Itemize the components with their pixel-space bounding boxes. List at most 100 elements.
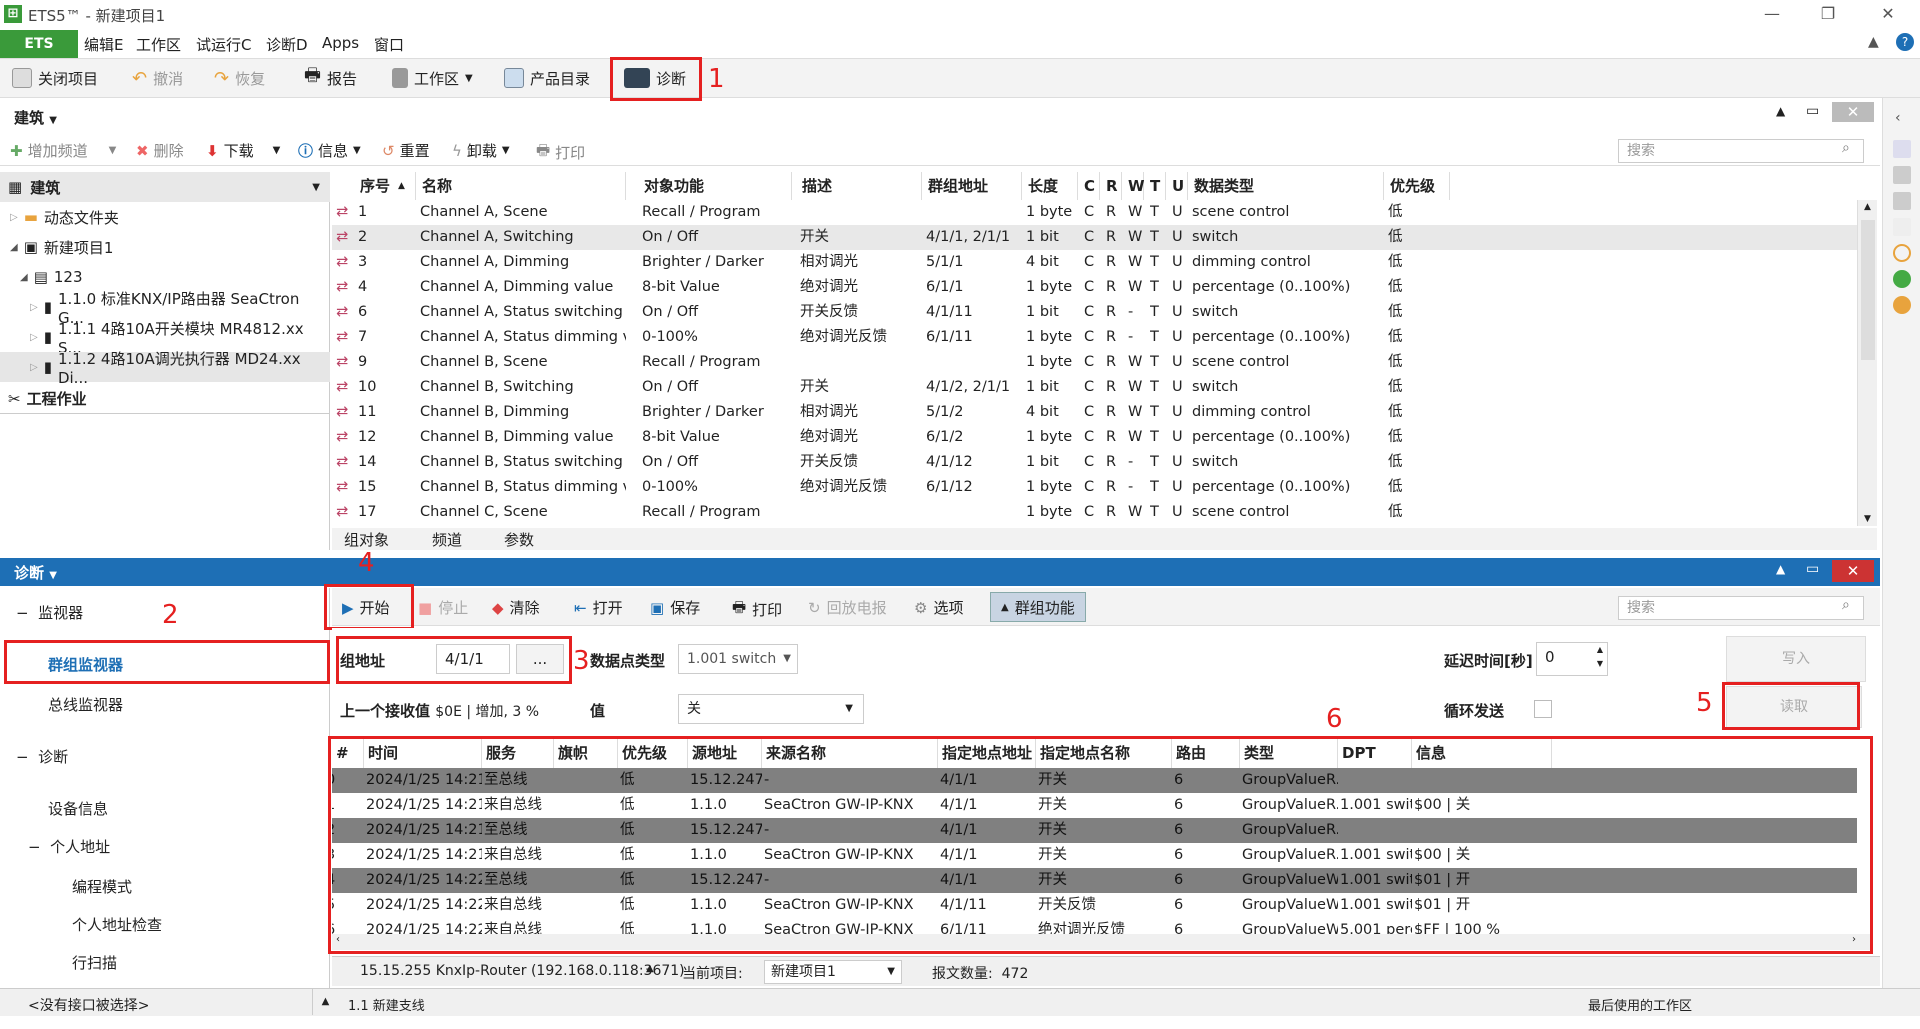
collapse-icon[interactable]: ◢ xyxy=(20,272,28,283)
nav-bus-monitor[interactable]: 总线监视器 xyxy=(48,694,123,715)
chevron-left-icon[interactable]: ‹ xyxy=(1895,110,1901,126)
close-project-button[interactable]: 关闭项目 xyxy=(12,66,98,90)
table-row[interactable]: ⇄ 9 Channel B, Scene Recall / Program 1 byte… xyxy=(332,350,1857,375)
minimize-button[interactable]: — xyxy=(1752,2,1792,26)
report-button[interactable]: 🖶 报告 xyxy=(304,65,357,90)
menu-edit[interactable]: 编辑E xyxy=(84,34,123,55)
table-row[interactable]: ⇄ 7 Channel A, Status dimming va... 0-100% 绝… xyxy=(332,325,1857,350)
add-channel-button[interactable]: ✚ 增加频道 ▼ xyxy=(10,140,116,161)
column-header[interactable]: 数据类型 xyxy=(1188,172,1384,200)
expand-icon[interactable]: ▷ xyxy=(30,302,38,313)
scroll-up-icon[interactable]: ▲ xyxy=(1864,202,1871,212)
tree-item-project[interactable]: ◢ ▣ 新建项目1 xyxy=(0,232,330,262)
replay-button[interactable]: ↻ 回放电报 xyxy=(808,597,887,618)
column-header[interactable]: 群组地址 xyxy=(922,172,1022,200)
menu-window[interactable]: 窗口 xyxy=(374,34,404,55)
chevron-down-icon[interactable]: ▼ xyxy=(312,182,320,193)
ets-menu[interactable]: ETS xyxy=(0,30,78,58)
search-panel-icon[interactable] xyxy=(1893,166,1911,184)
cyclic-checkbox[interactable] xyxy=(1534,700,1552,718)
collapse-icon[interactable]: ▲ xyxy=(1776,104,1785,118)
write-button[interactable]: 写入 xyxy=(1726,636,1866,682)
stop-button[interactable]: ■ 停止 xyxy=(418,597,468,618)
menu-diagnostics[interactable]: 诊断D xyxy=(266,34,308,55)
unload-button[interactable]: ϟ 卸载 ▼ xyxy=(452,140,510,161)
dpt-select[interactable]: 1.001 switch ▼ xyxy=(678,644,798,674)
help-icon[interactable]: ? xyxy=(1896,33,1914,51)
diagnostics-panel-title[interactable]: 诊断 ▼ xyxy=(14,562,57,583)
column-header[interactable]: 描述 xyxy=(796,172,922,200)
column-header[interactable]: C xyxy=(1078,172,1100,200)
table-row[interactable]: ⇄ 2 Channel A, Switching On / Off 开关 4/1/1, 2… xyxy=(332,225,1857,250)
stepper-icon[interactable]: ▲ ▼ xyxy=(1597,643,1603,671)
delay-input[interactable]: 0 ▲ ▼ xyxy=(1536,642,1608,676)
undo-button[interactable]: ↶ 撤消 xyxy=(132,66,183,90)
info-button[interactable]: ⓘ 信息 ▼ xyxy=(298,140,361,161)
grid-scrollbar[interactable]: ▲ ▼ xyxy=(1857,200,1877,526)
download-button[interactable]: ⬇ 下载 ▼ xyxy=(206,140,280,161)
table-row[interactable]: ⇄ 12 Channel B, Dimming value 8-bit Value 绝对… xyxy=(332,425,1857,450)
delete-button[interactable]: ✖ 删除 xyxy=(136,140,184,161)
monitor-section[interactable]: − 监视器 xyxy=(16,602,83,623)
nav-address-check[interactable]: 个人地址检查 xyxy=(72,914,162,935)
overview-icon[interactable] xyxy=(1893,192,1911,210)
table-row[interactable]: ⇄ 10 Channel B, Switching On / Off 开关 4/1/2, … xyxy=(332,375,1857,400)
tab-group-objects[interactable]: 组对象 xyxy=(344,529,389,550)
column-header[interactable]: 序号 xyxy=(354,172,416,200)
scroll-thumb[interactable] xyxy=(1861,220,1875,360)
close-panel-icon[interactable]: ✕ xyxy=(1832,560,1874,582)
column-header[interactable]: U xyxy=(1166,172,1188,200)
print-button[interactable]: 🖶 打印 xyxy=(536,140,585,165)
table-row[interactable]: ⇄ 17 Channel C, Scene Recall / Program 1 byt… xyxy=(332,500,1857,525)
chevron-up-icon[interactable]: ▲ xyxy=(646,963,654,974)
play-circle-icon[interactable] xyxy=(1893,270,1911,288)
column-header[interactable]: 长度 xyxy=(1022,172,1078,200)
menu-commissioning[interactable]: 试运行C xyxy=(196,34,251,55)
options-button[interactable]: ⚙ 选项 xyxy=(914,597,963,618)
menu-apps[interactable]: Apps xyxy=(322,34,359,52)
close-button[interactable]: ✕ xyxy=(1868,2,1908,26)
column-header[interactable]: 名称 xyxy=(416,172,626,200)
building-search-input[interactable]: 搜索 xyxy=(1618,139,1864,163)
interface-selection[interactable]: <没有接口被选择> xyxy=(28,995,149,1015)
menu-workspace[interactable]: 工作区 xyxy=(136,34,181,55)
group-functions-button[interactable]: ▲ 群组功能 xyxy=(990,592,1086,622)
table-row[interactable]: ⇄ 4 Channel A, Dimming value 8-bit Value 绝对调… xyxy=(332,275,1857,300)
nav-line-scan[interactable]: 行扫描 xyxy=(72,952,117,973)
expand-icon[interactable]: ▷ xyxy=(10,212,18,223)
properties-icon[interactable] xyxy=(1893,140,1911,158)
table-row[interactable]: ⇄ 3 Channel A, Dimming Brighter / Darker 相对调… xyxy=(332,250,1857,275)
value-select[interactable]: 关 ▼ xyxy=(678,694,864,724)
nav-device-info[interactable]: 设备信息 xyxy=(48,798,108,819)
undo-history-icon[interactable] xyxy=(1893,296,1911,314)
nav-prog-mode[interactable]: 编程模式 xyxy=(72,876,132,897)
individual-address-section[interactable]: − 个人地址 xyxy=(28,836,110,857)
tab-channels[interactable]: 频道 xyxy=(432,529,462,550)
table-row[interactable]: ⇄ 11 Channel B, Dimming Brighter / Darker 相对… xyxy=(332,400,1857,425)
column-header[interactable]: T xyxy=(1144,172,1166,200)
note-icon[interactable] xyxy=(1893,218,1911,236)
building-panel-title[interactable]: 建筑 ▼ xyxy=(14,107,57,128)
column-header[interactable]: W xyxy=(1122,172,1145,200)
table-row[interactable]: ⇄ 14 Channel B, Status switching On / Off 开关… xyxy=(332,450,1857,475)
catalog-button[interactable]: 产品目录 xyxy=(504,66,590,90)
maximize-button[interactable]: ❐ xyxy=(1808,2,1848,26)
column-header[interactable]: R xyxy=(1100,172,1122,200)
tab-parameters[interactable]: 参数 xyxy=(504,529,534,550)
save-button[interactable]: ▣ 保存 xyxy=(650,597,700,618)
tree-item-dynamic-folder[interactable]: ▷ ▬ 动态文件夹 xyxy=(0,202,330,232)
sort-asc-icon[interactable]: ▲ xyxy=(398,172,405,200)
tree-item-device-112[interactable]: ▷ ▮ 1.1.2 4路10A调光执行器 MD24.xx Di... xyxy=(0,350,330,387)
open-button[interactable]: ⇤ 打开 xyxy=(574,597,623,618)
maximize-panel-icon[interactable]: ▭ xyxy=(1806,103,1819,119)
diag-section[interactable]: − 诊断 xyxy=(16,746,68,767)
tree-footer[interactable]: ✂ 工程作业 xyxy=(0,384,330,414)
expand-icon[interactable]: ▷ xyxy=(30,332,38,343)
expand-icon[interactable]: ▷ xyxy=(30,362,38,373)
maximize-panel-icon[interactable]: ▭ xyxy=(1806,561,1819,577)
collapse-icon[interactable]: ◢ xyxy=(10,242,18,253)
close-panel-icon[interactable]: ✕ xyxy=(1832,102,1874,122)
workspace-button[interactable]: 工作区 ▼ xyxy=(392,66,473,90)
column-header[interactable]: 优先级 xyxy=(1384,172,1450,200)
table-row[interactable]: ⇄ 15 Channel B, Status dimming val... 0-100… xyxy=(332,475,1857,500)
